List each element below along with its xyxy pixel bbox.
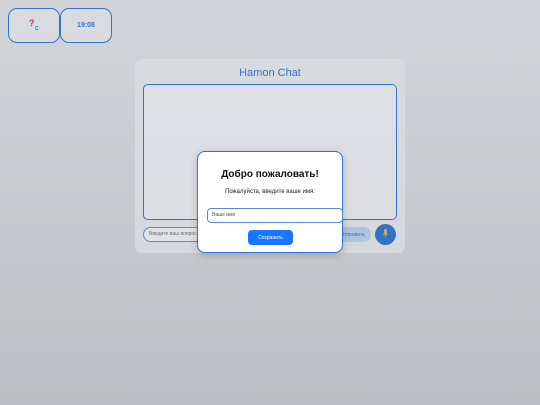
save-button-label: Сохранить xyxy=(258,234,283,241)
name-input[interactable]: Ваше имя xyxy=(207,208,343,223)
welcome-modal: Добро пожаловать! Пожалуйста, введите ва… xyxy=(197,151,343,253)
modal-prompt: Пожалуйста, введите ваше имя: xyxy=(225,189,315,195)
save-button[interactable]: Сохранить xyxy=(248,230,293,245)
modal-title: Добро пожаловать! xyxy=(221,169,319,180)
